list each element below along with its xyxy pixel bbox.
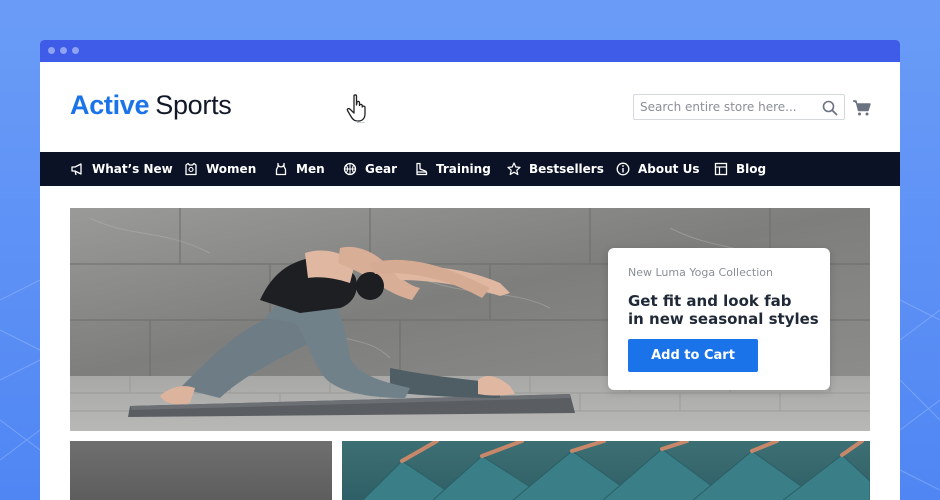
window-dot (72, 47, 79, 54)
promo-card: New Luma Yoga Collection Get fit and loo… (608, 248, 830, 390)
promo-eyebrow: New Luma Yoga Collection (628, 266, 773, 279)
add-to-cart-button[interactable]: Add to Cart (628, 339, 758, 372)
nav-item-women[interactable]: Women (184, 152, 256, 186)
search-icon[interactable] (822, 100, 838, 116)
site-header: Active Sports (40, 62, 900, 152)
tank-top-icon (275, 163, 287, 176)
promo-headline: Get fit and look fab in new seasonal sty… (628, 292, 824, 328)
nav-item-gear[interactable]: Gear (343, 152, 397, 186)
nav-label: What’s New (92, 162, 173, 176)
nav-label: Gear (365, 162, 398, 176)
nav-label: About Us (638, 162, 700, 176)
window-titlebar (40, 40, 900, 62)
nav-label: Blog (736, 162, 767, 176)
hand-pointer-icon (346, 94, 366, 123)
browser-window: ActiveSports What’s New (40, 40, 900, 500)
nav-item-training[interactable]: Training (414, 152, 491, 186)
nav-label: Training (436, 162, 491, 176)
nav-item-about-us[interactable]: About Us (616, 152, 699, 186)
search-input[interactable] (640, 98, 818, 116)
logo-part-2: Sports (155, 90, 232, 120)
logo-part-1: Active (70, 90, 150, 120)
nav-item-whats-new[interactable]: What’s New (70, 152, 173, 186)
nav-item-men[interactable]: Men (274, 152, 325, 186)
megaphone-icon (71, 163, 82, 176)
window-dot (48, 47, 55, 54)
shoe-icon (416, 162, 428, 176)
star-icon (507, 162, 521, 176)
ball-icon (343, 162, 357, 176)
nav-label: Men (296, 162, 325, 176)
nav-label: Women (206, 162, 257, 176)
nav-label: Bestsellers (529, 162, 604, 176)
site-logo[interactable]: Active Sports (70, 90, 232, 121)
main-navigation: What’s New Women Men Gear Training Bests… (40, 152, 900, 186)
info-icon (616, 162, 630, 176)
search-box (633, 94, 845, 120)
promo-tile-left[interactable] (70, 441, 332, 500)
window-dot (60, 47, 67, 54)
promo-headline-line-2: in new seasonal styles (628, 310, 819, 328)
blog-icon (714, 162, 728, 176)
nav-item-blog[interactable]: Blog (714, 152, 766, 186)
shopping-cart-icon[interactable] (852, 98, 872, 118)
nav-item-bestsellers[interactable]: Bestsellers (507, 152, 604, 186)
promo-headline-line-1: Get fit and look fab (628, 292, 792, 310)
promo-tile-right[interactable] (342, 441, 870, 500)
shirt-icon (185, 162, 197, 176)
hanging-shirts-photo (362, 441, 870, 500)
